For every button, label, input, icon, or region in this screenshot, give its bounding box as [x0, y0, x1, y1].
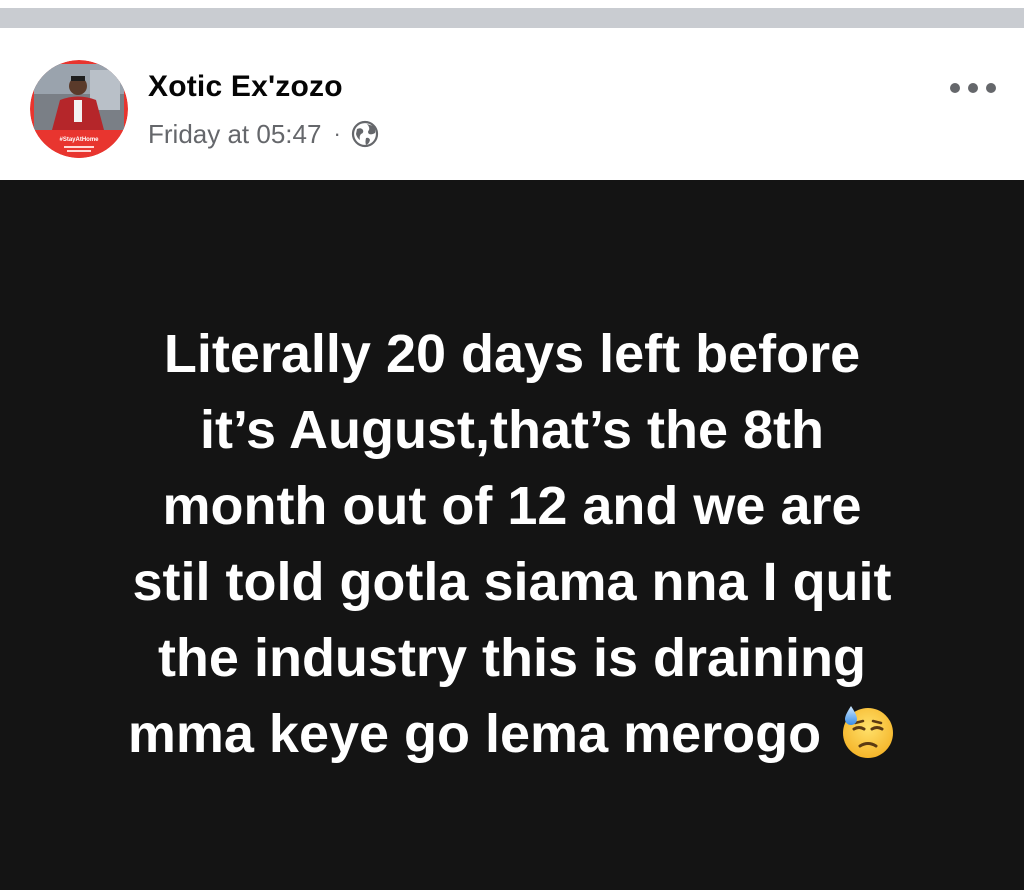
- post-header: #StayAtHome Xotic Ex'zozo Friday at 05:4…: [0, 32, 1024, 180]
- post-text-line: month out of 12 and we are: [162, 476, 862, 536]
- post-text: Literally 20 days left before it’s Augus…: [40, 316, 984, 772]
- downcast-face-with-sweat-emoji-icon: [840, 704, 896, 760]
- avatar-badge-text: #StayAtHome: [59, 137, 99, 143]
- post-timestamp[interactable]: Friday at 05:47: [148, 119, 321, 150]
- bottom-edge: [0, 890, 1024, 895]
- post-text-last-line: mma keye go lema merogo: [40, 696, 984, 772]
- meta-separator: ·: [333, 121, 341, 146]
- avatar-image: #StayAtHome: [30, 60, 128, 158]
- post-meta: Friday at 05:47 ·: [148, 116, 379, 152]
- post-text-line: the industry this is draining: [157, 628, 867, 688]
- post-text-background: Literally 20 days left before it’s Augus…: [0, 180, 1024, 890]
- more-options-icon-dot: [968, 83, 978, 93]
- post-text-line: mma keye go lema merogo: [127, 704, 822, 764]
- more-options-icon-dot: [986, 83, 996, 93]
- more-options-icon-dot: [950, 83, 960, 93]
- post-text-line: Literally 20 days left before: [163, 324, 861, 384]
- feed-divider: [0, 0, 1024, 32]
- avatar[interactable]: #StayAtHome: [30, 60, 128, 158]
- more-options-button[interactable]: [950, 76, 996, 100]
- post-text-line: stil told gotla siama nna I quit: [132, 552, 892, 612]
- feed-divider-bar: [0, 8, 1024, 28]
- globe-icon[interactable]: [351, 120, 379, 148]
- author-name[interactable]: Xotic Ex'zozo: [148, 70, 343, 104]
- post-text-line: it’s August,that’s the 8th: [199, 400, 824, 460]
